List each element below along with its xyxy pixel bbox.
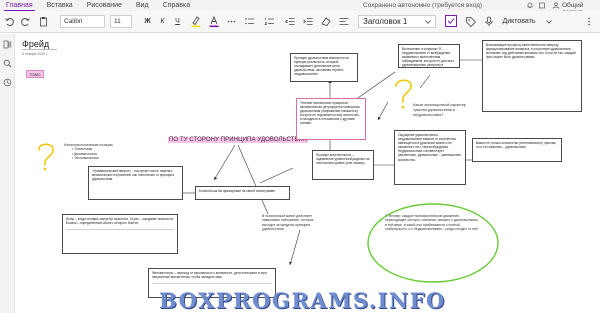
note-character-question[interactable]: Каков эксплицитный характер чувства удов… [413, 103, 471, 117]
note-compulsion[interactable]: «Травматический невроз» – наступает посл… [88, 166, 183, 200]
connector-line [377, 101, 389, 121]
note-question-right[interactable]: Возникающее процессу вытеснения или невр… [482, 40, 582, 112]
text-lines [66, 226, 174, 231]
connector-line [259, 167, 294, 184]
connector-line [289, 229, 301, 266]
note-reality-principle[interactable]: Принцип константности – подавление уровн… [312, 150, 374, 180]
connector-line [419, 74, 431, 89]
note-definitions[interactable]: Испуг – когда человек застигнут врасплох… [62, 214, 178, 254]
question-dot [401, 105, 405, 109]
text-lines [152, 280, 272, 285]
note-compulsion-center[interactable]: В психической жизни действует навязчивое… [262, 214, 327, 231]
note-ego-conflict[interactable]: Вытеснение и конфликт Я – неудовольствие… [398, 44, 460, 68]
note-fechner[interactable]: Т. Фехнер: каждое психофизическое движен… [385, 214, 480, 231]
note-tension[interactable]: Ощущение удовольствия и неудовольствия з… [394, 130, 466, 185]
question-mark-icon [395, 79, 412, 103]
note-tension-right[interactable]: Важно не только количество (интенсивност… [472, 138, 562, 162]
question-mark-icon [38, 143, 54, 166]
arrowhead [289, 261, 292, 265]
note-fixation[interactable]: Больной как бы фиксирован на своей психо… [195, 186, 290, 200]
connector-line [354, 71, 396, 101]
note-pleasure-principle[interactable]: Принцип удовольствия сменяется на принци… [290, 53, 358, 82]
question-dot [43, 167, 47, 171]
note-center-process[interactable]: Течение психических процессов автоматиче… [296, 98, 366, 140]
watermark: BOXPROGRAMS.INFO [159, 288, 446, 313]
connector-line [213, 144, 236, 181]
connector-line [237, 144, 269, 215]
